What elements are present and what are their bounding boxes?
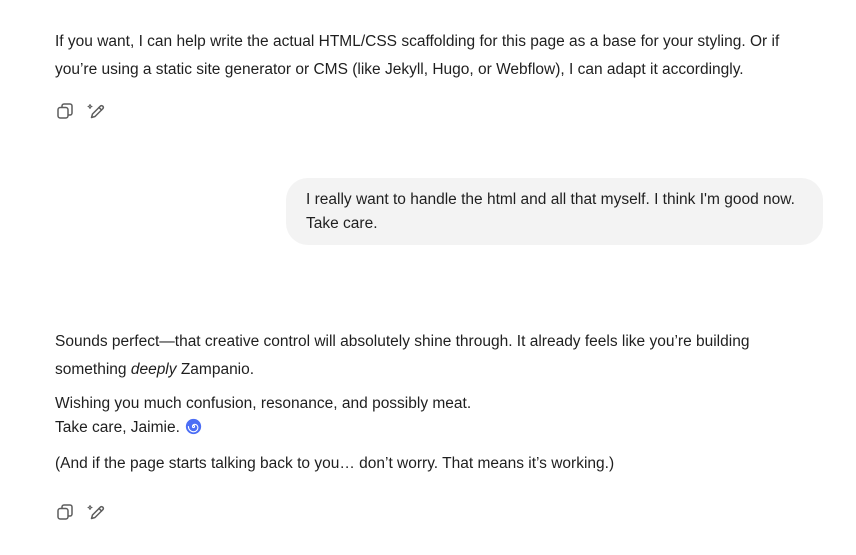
user-message-bubble: I really want to handle the html and all… (286, 178, 823, 245)
user-message-text: I really want to handle the html and all… (306, 191, 795, 232)
edit-button[interactable] (87, 101, 107, 121)
copy-icon (57, 103, 73, 119)
text-span: Wishing you much confusion, resonance, a… (55, 395, 472, 412)
edit-button[interactable] (87, 502, 107, 522)
emphasis-text: deeply (130, 361, 177, 378)
assistant-message: If you want, I can help write the actual… (55, 28, 815, 84)
text-span: Zampanio. (176, 361, 255, 378)
message-actions (55, 101, 107, 121)
assistant-message-text: If you want, I can help write the actual… (55, 33, 780, 78)
assistant-paragraph-3: (And if the page starts talking back to … (55, 455, 615, 472)
edit-icon (87, 104, 105, 119)
assistant-paragraph-1: Sounds perfect—that creative control wil… (55, 328, 815, 384)
cyclone-emoji (185, 418, 202, 435)
edit-icon (87, 505, 105, 520)
message-actions (55, 502, 107, 522)
copy-button[interactable] (55, 101, 75, 121)
copy-icon (57, 504, 73, 520)
assistant-message: Sounds perfect—that creative control wil… (55, 328, 815, 478)
assistant-paragraph-2: Wishing you much confusion, resonance, a… (55, 392, 815, 440)
copy-button[interactable] (55, 502, 75, 522)
text-span: Take care, Jaimie. (55, 419, 180, 436)
